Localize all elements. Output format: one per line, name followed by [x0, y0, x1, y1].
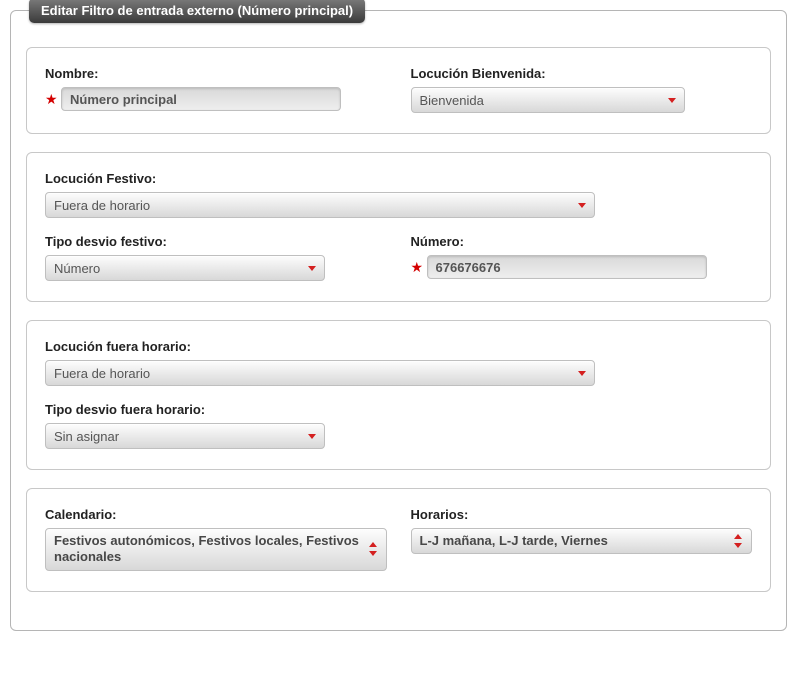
- horarios-multiselect[interactable]: L-J mañana, L-J tarde, Viernes: [411, 528, 753, 554]
- locucion-bienvenida-label: Locución Bienvenida:: [411, 66, 753, 81]
- section-calendario-horarios: Calendario: Festivos autonómicos, Festiv…: [26, 488, 771, 592]
- nombre-input[interactable]: [61, 87, 341, 111]
- locucion-festivo-value: Fuera de horario: [54, 198, 150, 213]
- tipo-desvio-festivo-value: Número: [54, 261, 100, 276]
- form-panel: Editar Filtro de entrada externo (Número…: [10, 10, 787, 631]
- locucion-festivo-label: Locución Festivo:: [45, 171, 752, 186]
- required-icon: ★: [411, 260, 423, 274]
- tipo-desvio-festivo-select[interactable]: Número: [45, 255, 325, 281]
- horarios-value: L-J mañana, L-J tarde, Viernes: [420, 533, 726, 549]
- nombre-label: Nombre:: [45, 66, 387, 81]
- horarios-label: Horarios:: [411, 507, 753, 522]
- locucion-bienvenida-value: Bienvenida: [420, 93, 484, 108]
- section-festivo: Locución Festivo: Fuera de horario Tipo …: [26, 152, 771, 302]
- panel-legend: Editar Filtro de entrada externo (Número…: [29, 0, 365, 23]
- section-basic: Nombre: ★ Locución Bienvenida: Bienvenid…: [26, 47, 771, 134]
- locucion-fuera-horario-label: Locución fuera horario:: [45, 339, 752, 354]
- chevron-down-icon: [578, 371, 586, 376]
- tipo-desvio-fuera-horario-value: Sin asignar: [54, 429, 119, 444]
- chevron-down-icon: [308, 434, 316, 439]
- tipo-desvio-fuera-horario-select[interactable]: Sin asignar: [45, 423, 325, 449]
- locucion-festivo-select[interactable]: Fuera de horario: [45, 192, 595, 218]
- calendario-multiselect[interactable]: Festivos autonómicos, Festivos locales, …: [45, 528, 387, 571]
- chevron-down-icon: [578, 203, 586, 208]
- tipo-desvio-fuera-horario-label: Tipo desvio fuera horario:: [45, 402, 752, 417]
- locucion-fuera-horario-select[interactable]: Fuera de horario: [45, 360, 595, 386]
- numero-input[interactable]: [427, 255, 707, 279]
- calendario-value: Festivos autonómicos, Festivos locales, …: [54, 533, 360, 566]
- sort-icon: [368, 542, 378, 556]
- chevron-down-icon: [668, 98, 676, 103]
- locucion-fuera-horario-value: Fuera de horario: [54, 366, 150, 381]
- section-fuera-horario: Locución fuera horario: Fuera de horario…: [26, 320, 771, 470]
- calendario-label: Calendario:: [45, 507, 387, 522]
- tipo-desvio-festivo-label: Tipo desvio festivo:: [45, 234, 387, 249]
- chevron-down-icon: [308, 266, 316, 271]
- sort-icon: [733, 534, 743, 548]
- required-icon: ★: [45, 92, 57, 106]
- numero-label: Número:: [411, 234, 753, 249]
- locucion-bienvenida-select[interactable]: Bienvenida: [411, 87, 685, 113]
